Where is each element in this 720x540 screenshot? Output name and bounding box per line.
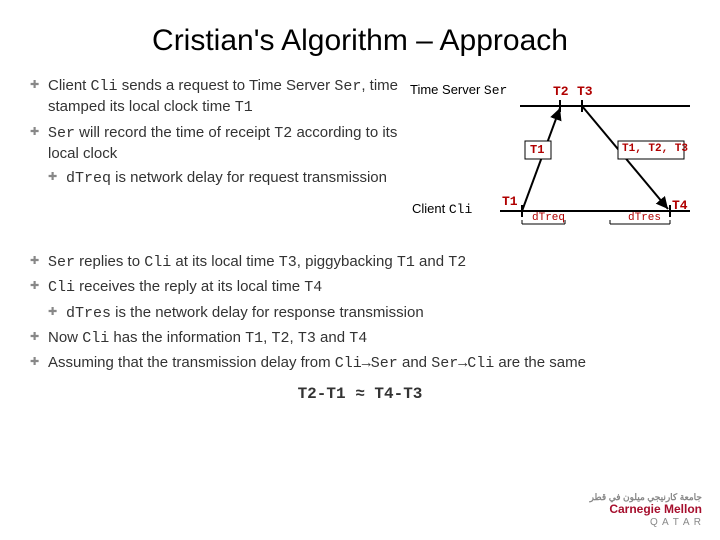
bullet-5: Now Cli has the information T1, T2, T3 a… — [30, 328, 690, 349]
box-t1t2t3: T1, T2, T3 — [622, 143, 688, 155]
text: Client — [412, 201, 449, 216]
code-t4: T4 — [349, 330, 367, 347]
text: are the same — [494, 354, 586, 371]
label-dtreq: dTreq — [532, 212, 565, 224]
diagram-column: Time Server Ser Client Cli T2 T3 T1 T1, … — [410, 76, 690, 246]
code-cli: Cli — [91, 78, 118, 95]
label-t1-bottom: T1 — [502, 194, 518, 209]
equation: T2-T1 ≈ T4-T3 — [30, 384, 690, 406]
label-t3: T3 — [577, 84, 593, 99]
code-dtreq: dTreq — [66, 170, 111, 187]
text: Time Server — [410, 82, 484, 97]
text: is the network delay for response transm… — [111, 304, 424, 321]
content-row: Client Cli sends a request to Time Serve… — [0, 76, 720, 246]
bullet-6: Assuming that the transmission delay fro… — [30, 353, 690, 374]
text: Client — [48, 77, 91, 94]
cristian-diagram: Time Server Ser Client Cli T2 T3 T1 T1, … — [410, 76, 690, 246]
page-title: Cristian's Algorithm – Approach — [0, 0, 720, 76]
cmu-qatar-logo: جامعة كارنيجي ميلون في قطر Carnegie Mell… — [590, 493, 702, 528]
code-ser: Ser — [334, 78, 361, 95]
bullet-2: Ser will record the time of receipt T2 a… — [30, 123, 410, 190]
logo-arabic: جامعة كارنيجي ميلون في قطر — [590, 493, 702, 502]
code-cli: Cli — [82, 330, 109, 347]
code-t2: T2 — [448, 254, 466, 271]
text: and — [398, 354, 431, 371]
text: and — [316, 329, 349, 346]
text: has the information — [109, 329, 245, 346]
bullet-list-top: Client Cli sends a request to Time Serve… — [30, 76, 410, 189]
label-dtres: dTres — [628, 212, 661, 224]
bullet-3: Ser replies to Cli at its local time T3,… — [30, 252, 690, 273]
code-cli: Cli — [144, 254, 171, 271]
code-t3: T3 — [298, 330, 316, 347]
code-t2: T2 — [274, 125, 292, 142]
code-t1: T1 — [397, 254, 415, 271]
text: , piggybacking — [297, 253, 397, 270]
label-timeserver: Time Server Ser — [410, 82, 507, 98]
code-cliser: Cli→Ser — [335, 355, 398, 372]
text: is network delay for request transmissio… — [111, 169, 387, 186]
bullet-4: Cli receives the reply at its local time… — [30, 277, 690, 324]
code-cli: Cli — [449, 202, 472, 217]
code-t2: T2 — [271, 330, 289, 347]
bullet-2a: dTreq is network delay for request trans… — [48, 168, 410, 189]
code-ser: Ser — [484, 83, 507, 98]
code-ser: Ser — [48, 125, 75, 142]
bullet-1: Client Cli sends a request to Time Serve… — [30, 76, 410, 119]
text: , — [290, 329, 298, 346]
code-t4: T4 — [304, 279, 322, 296]
text: receives the reply at its local time — [75, 278, 304, 295]
code-cli: Cli — [48, 279, 75, 296]
code-t1: T1 — [245, 330, 263, 347]
logo-qatar: Q A T A R — [650, 517, 702, 528]
box-t1: T1 — [530, 143, 544, 157]
text: and — [415, 253, 448, 270]
text: Assuming that the transmission delay fro… — [48, 354, 335, 371]
logo-main: Carnegie Mellon — [609, 502, 702, 516]
text: at its local time — [171, 253, 279, 270]
code-ser: Ser — [48, 254, 75, 271]
text: Now — [48, 329, 82, 346]
text: sends a request to Time Server — [118, 77, 335, 94]
label-client: Client Cli — [412, 201, 472, 217]
text: replies to — [75, 253, 144, 270]
bullet-4a: dTres is the network delay for response … — [48, 303, 690, 324]
code-t1: T1 — [235, 99, 253, 116]
label-t2: T2 — [553, 84, 569, 99]
bullet-list-bottom: Ser replies to Cli at its local time T3,… — [30, 252, 690, 374]
code-dtres: dTres — [66, 305, 111, 322]
left-column: Client Cli sends a request to Time Serve… — [30, 76, 410, 246]
code-t3: T3 — [279, 254, 297, 271]
label-t4-bottom: T4 — [672, 198, 688, 213]
code-sercli: Ser→Cli — [431, 355, 494, 372]
text: will record the time of receipt — [75, 124, 274, 141]
bottom-section: Ser replies to Cli at its local time T3,… — [0, 246, 720, 406]
